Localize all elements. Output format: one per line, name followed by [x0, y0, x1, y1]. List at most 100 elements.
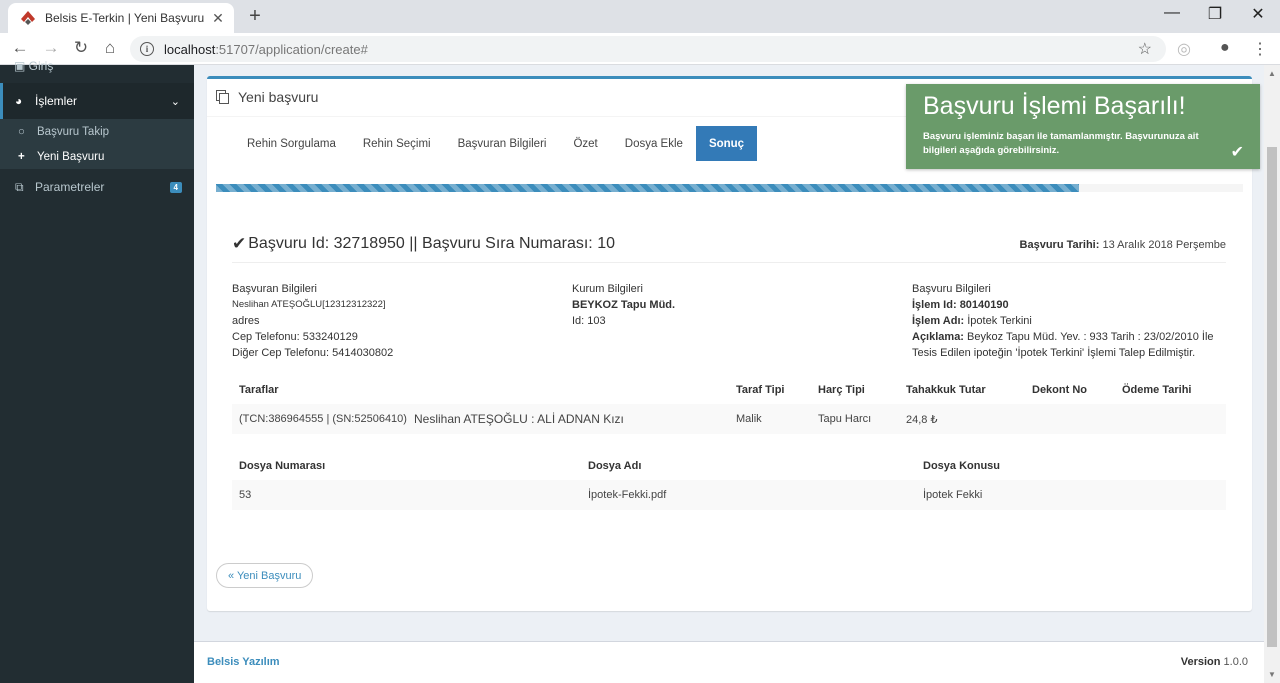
applicant-title: Başvuran Bilgileri: [232, 283, 317, 295]
extension-icon[interactable]: ◎: [1177, 39, 1191, 59]
scroll-down-icon[interactable]: ▼: [1268, 670, 1276, 679]
circle-icon: ○: [18, 125, 25, 138]
table-row: 53 İpotek-Fekki.pdf İpotek Fekki: [232, 480, 1226, 510]
tab-title: Belsis E-Terkin | Yeni Başvuru: [45, 11, 205, 25]
op-name-label: İşlem Adı:: [912, 315, 965, 327]
sidebar-item-giris[interactable]: ▣ Giriş: [14, 59, 53, 73]
account-icon[interactable]: ●: [1220, 39, 1230, 57]
step-sonuc[interactable]: Sonuç: [695, 126, 758, 161]
sidebar-item-label: Başvuru Takip: [37, 125, 110, 138]
info-icon[interactable]: i: [140, 42, 154, 56]
party-name: Neslihan ATEŞOĞLU : ALİ ADNAN Kızı: [414, 412, 624, 426]
sidebar-item-label: İşlemler: [35, 94, 78, 108]
column-header: Dosya Konusu: [923, 460, 1001, 472]
step-ozet[interactable]: Özet: [573, 126, 597, 161]
column-header: Tahakkuk Tutar: [906, 384, 986, 396]
column-header: Dekont No: [1032, 384, 1087, 396]
tab-close-icon[interactable]: ✕: [210, 10, 226, 27]
desc-label: Açıklama:: [912, 331, 964, 343]
step-rehin-secimi[interactable]: Rehin Seçimi: [363, 126, 431, 161]
new-tab-icon[interactable]: +: [244, 5, 266, 28]
id-label: Id:: [572, 315, 585, 327]
step-rehin-sorgulama[interactable]: Rehin Sorgulama: [247, 126, 336, 161]
url-host: localhost: [164, 41, 216, 57]
success-toast[interactable]: Başvuru İşlemi Başarılı! Başvuru işlemin…: [906, 84, 1260, 169]
chevron-down-icon: ⌄: [170, 95, 180, 108]
reload-icon[interactable]: ↻: [70, 38, 92, 58]
desc-line2: Tesis Edilen ipoteğin 'İpotek Terkini' İ…: [912, 347, 1196, 359]
table-header: Dosya Numarası Dosya Adı Dosya Konusu: [232, 452, 1226, 480]
application-heading-text: Başvuru Id: 32718950 || Başvuru Sıra Num…: [248, 235, 615, 252]
step-dosya-ekle[interactable]: Dosya Ekle: [625, 126, 683, 161]
sidebar-item-parametreler[interactable]: ⧉ Parametreler 4: [0, 169, 194, 205]
date-value: 13 Aralık 2018 Perşembe: [1102, 239, 1226, 251]
file-name[interactable]: İpotek-Fekki.pdf: [588, 480, 666, 510]
toast-message: Başvuru işleminiz başarı ile tamamlanmış…: [923, 131, 1199, 156]
copy-icon: [216, 90, 230, 104]
op-id-value: 80140190: [959, 299, 1009, 311]
applicant-address: adres: [232, 315, 260, 327]
phone-value: 533240129: [302, 331, 358, 343]
menu-icon[interactable]: ⋮: [1252, 39, 1268, 59]
browser-toolbar: ← → ↻ ⌂ i localhost :51707/application/c…: [0, 33, 1280, 65]
sidebar-item-islemler[interactable]: ◕ İşlemler ⌄: [0, 83, 194, 119]
id-value: 103: [587, 315, 606, 327]
restore-icon[interactable]: ❐: [1200, 4, 1230, 24]
institution-name: BEYKOZ Tapu Müd.: [572, 299, 676, 311]
page-scrollbar[interactable]: ▲ ▼: [1264, 65, 1280, 683]
progress-bar: [216, 184, 1243, 192]
browser-tabstrip: Belsis E-Terkin | Yeni Başvuru ✕ + — ❐ ✕: [0, 0, 1280, 33]
home-icon[interactable]: ⌂: [99, 38, 121, 58]
application-heading: ✔ Başvuru Id: 32718950 || Başvuru Sıra N…: [232, 234, 615, 254]
column-header: Ödeme Tarihi: [1122, 384, 1192, 396]
sidebar-item-label: Giriş: [28, 59, 54, 73]
close-window-icon[interactable]: ✕: [1243, 4, 1273, 24]
step-basvuran-bilgileri[interactable]: Başvuran Bilgileri: [458, 126, 547, 161]
column-header: Dosya Adı: [588, 460, 642, 472]
table-row: (TCN:386964555 | (SN:52506410) Neslihan …: [232, 404, 1226, 434]
applicant-phone2: Diğer Cep Telefonu: 5414030802: [232, 345, 393, 361]
star-icon[interactable]: ☆: [1138, 39, 1152, 59]
dashboard-icon: ▣: [14, 59, 29, 73]
operation-name: İşlem Adı: İpotek Terkini: [912, 313, 1214, 329]
check-icon: ✔: [232, 234, 247, 253]
address-bar[interactable]: i localhost :51707/application/create# ☆: [130, 36, 1166, 62]
belsis-logo-icon: [21, 11, 35, 25]
parties-table: Taraflar Taraf Tipi Harç Tipi Tahakkuk T…: [232, 376, 1226, 434]
operation-id: İşlem Id: 80140190: [912, 297, 1214, 313]
phone-label: Cep Telefonu:: [232, 331, 300, 343]
copy-icon: ⧉: [15, 179, 24, 194]
footer: Belsis Yazılım Version 1.0.0: [194, 641, 1264, 683]
minimize-icon[interactable]: —: [1157, 4, 1187, 22]
applicant-name: Neslihan ATEŞOĞLU[12312312322]: [232, 299, 386, 310]
version-value: 1.0.0: [1223, 656, 1248, 668]
institution-id: Id: 103: [572, 313, 675, 329]
application-date: Başvuru Tarihi: 13 Aralık 2018 Perşembe: [1020, 239, 1226, 251]
institution-title: Kurum Bilgileri: [572, 283, 643, 295]
progress-fill: [216, 184, 1079, 192]
scrollbar-thumb[interactable]: [1267, 147, 1277, 647]
scroll-up-icon[interactable]: ▲: [1268, 69, 1276, 78]
phone2-label: Diğer Cep Telefonu:: [232, 347, 330, 359]
footer-brand[interactable]: Belsis Yazılım: [207, 656, 280, 668]
browser-tab[interactable]: Belsis E-Terkin | Yeni Başvuru ✕: [8, 3, 234, 33]
table-header: Taraflar Taraf Tipi Harç Tipi Tahakkuk T…: [232, 376, 1226, 404]
new-application-button[interactable]: « Yeni Başvuru: [216, 563, 314, 588]
op-id-label: İşlem Id:: [912, 299, 957, 311]
accrued-amount: 24,8 ₺: [906, 413, 938, 426]
sidebar-item-label: Parametreler: [35, 180, 105, 194]
version-label: Version: [1180, 656, 1221, 668]
dashboard-icon: ◕: [15, 94, 23, 108]
files-table: Dosya Numarası Dosya Adı Dosya Konusu 53…: [232, 452, 1226, 510]
application-info: Başvuru Bilgileri İşlem Id: 80140190 İşl…: [912, 281, 1214, 361]
sidebar-item-basvuru-takip[interactable]: ○ Başvuru Takip: [0, 119, 194, 144]
footer-version: Version 1.0.0: [1181, 656, 1248, 668]
sidebar-item-yeni-basvuru[interactable]: + Yeni Başvuru: [0, 144, 194, 169]
column-header: Harç Tipi: [818, 384, 865, 396]
sidebar-item-label: Yeni Başvuru: [37, 150, 105, 163]
column-header: Taraflar: [239, 384, 279, 396]
check-icon: ✔: [1230, 144, 1244, 161]
forward-arrow-icon[interactable]: →: [40, 38, 62, 58]
back-arrow-icon[interactable]: ←: [9, 38, 31, 58]
box-title-text: Yeni başvuru: [238, 89, 319, 105]
